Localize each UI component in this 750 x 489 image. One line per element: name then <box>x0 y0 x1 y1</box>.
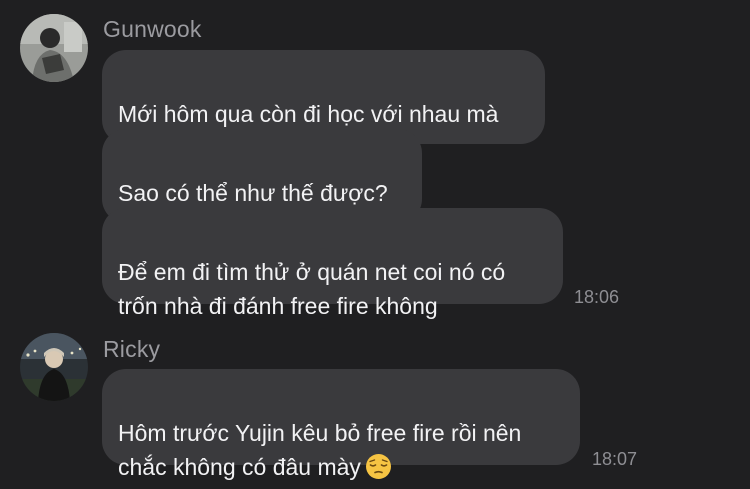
message-bubble[interactable]: Hôm trước Yujin kêu bỏ free fire rồi nên… <box>102 369 580 480</box>
message-text: Để em đi tìm thử ở quán net coi nó có tr… <box>118 259 506 319</box>
sender-name: Ricky <box>103 336 161 362</box>
message-timestamp: 18:06 <box>574 287 620 307</box>
message-text: Sao có thể như thế được? <box>118 180 388 206</box>
message-bubble[interactable]: Để em đi tìm thử ở quán net coi nó có tr… <box>102 208 563 319</box>
sender-name: Gunwook <box>103 16 202 42</box>
pensive-face-emoji <box>365 453 392 480</box>
message-timestamp: 18:07 <box>592 449 638 469</box>
message-text: Hôm trước Yujin kêu bỏ free fire rồi nên… <box>118 420 522 480</box>
message-text: Mới hôm qua còn đi học với nhau mà <box>118 101 499 127</box>
avatar-gunwook[interactable] <box>20 14 88 82</box>
avatar-ricky[interactable] <box>20 333 88 401</box>
